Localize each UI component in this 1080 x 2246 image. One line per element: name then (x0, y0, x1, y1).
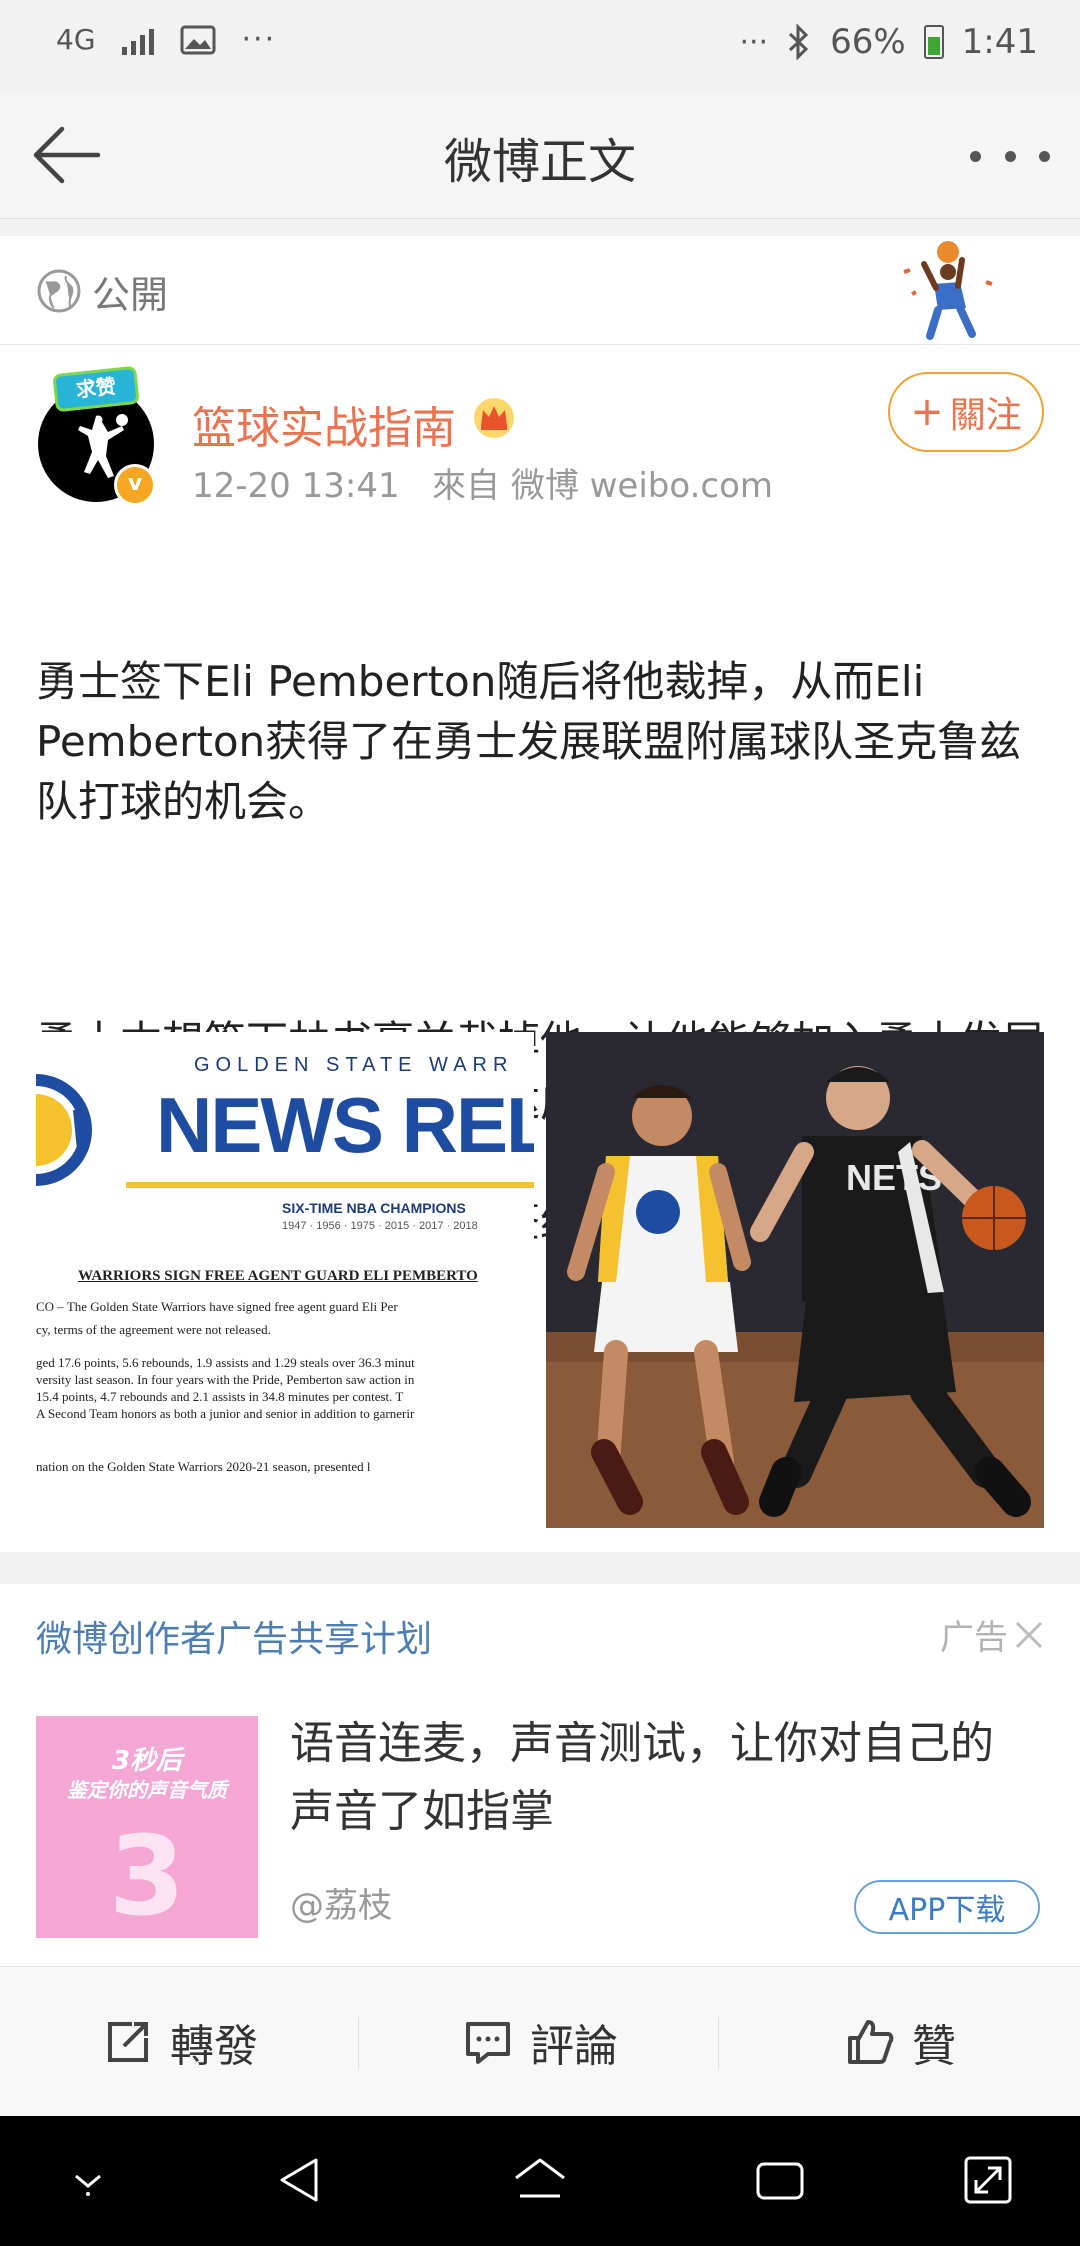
back-triangle-icon[interactable] (270, 2150, 330, 2210)
more-status-icon: ··· (739, 24, 769, 60)
news-org: GOLDEN STATE WARR (194, 1054, 514, 1076)
recent-apps-icon[interactable] (750, 2150, 810, 2210)
visibility-row: 公開 (0, 236, 1080, 345)
ad-thumb-line1: 3秒后 (111, 1746, 183, 1776)
verified-badge: v (114, 464, 156, 506)
like-button[interactable]: 贊 (720, 1967, 1080, 2117)
close-icon[interactable] (1014, 1620, 1044, 1650)
comment-label: 評論 (530, 2021, 618, 2072)
ad-thumb-number: 3 (108, 1812, 186, 1938)
network-type: 4G (56, 23, 96, 56)
comment-icon (466, 2022, 510, 2064)
battery-icon (923, 25, 944, 59)
news-years: 1947 · 1956 · 1975 · 2015 · 2017 · 2018 (282, 1220, 478, 1232)
ad-thumb-line2: 鉴定你的声音气质 (67, 1778, 227, 1802)
author-row: 求赞 v 篮球实战指南 12-20 13:41 來自 微博 weibo.com … (0, 344, 1080, 522)
comment-button[interactable]: 評論 (360, 1967, 720, 2117)
share-icon (108, 2022, 148, 2062)
crown-icon[interactable] (472, 396, 516, 440)
ad-thumbnail[interactable]: 3秒后 鉴定你的声音气质 3 (36, 1716, 258, 1938)
repost-label: 轉發 (170, 2021, 258, 2072)
ad-program-link[interactable]: 微博创作者广告共享计划 (36, 1610, 432, 1662)
post-images: GOLDEN STATE WARR NEWS RELE SIX-TIME NBA… (36, 1032, 1044, 1528)
status-bar: 4G ··· ··· 66% 1:41 (0, 0, 1080, 92)
follow-label: 關注 (949, 395, 1022, 436)
gold-rule (126, 1182, 534, 1188)
post-paragraph: 勇士签下Eli Pemberton随后将他裁掉，从而Eli Pemberton获… (36, 657, 1022, 826)
repost-button[interactable]: 轉發 (0, 1967, 360, 2117)
players-illustration: NETS (546, 1032, 1044, 1528)
basketball-photo[interactable]: NETS (546, 1032, 1044, 1528)
news-line: nation on the Golden State Warriors 2020… (36, 1459, 371, 1474)
post-card: 公開 求赞 v 篮球实战指南 12-20 13:41 來自 微博 weibo.c… (0, 236, 1080, 1552)
warriors-logo-icon (36, 1074, 92, 1186)
divider (358, 2017, 359, 2069)
image-icon (180, 25, 216, 54)
news-line: cy, terms of the agreement were not rele… (36, 1322, 271, 1337)
like-label: 贊 (912, 2021, 956, 2072)
visibility-label: 公開 (92, 273, 169, 317)
android-nav-bar (0, 2116, 1080, 2246)
thumbs-up-icon (848, 2020, 894, 2064)
ad-source: @荔枝 (290, 1886, 392, 1926)
follow-button[interactable]: + 關注 (888, 372, 1044, 452)
news-subheading: WARRIORS SIGN FREE AGENT GUARD ELI PEMBE… (78, 1268, 478, 1284)
news-line: versity last season. In four years with … (36, 1372, 415, 1387)
news-release-image[interactable]: GOLDEN STATE WARR NEWS RELE SIX-TIME NBA… (36, 1032, 534, 1528)
news-line: ged 17.6 points, 5.6 rebounds, 1.9 assis… (36, 1355, 415, 1370)
home-icon[interactable] (510, 2150, 570, 2210)
clock: 1:41 (961, 22, 1038, 62)
post-meta: 12-20 13:41 來自 微博 weibo.com (192, 466, 774, 506)
more-options-icon[interactable] (970, 136, 1050, 176)
plus-icon: + (910, 389, 944, 435)
page-title: 微博正文 (443, 134, 636, 190)
news-champions: SIX-TIME NBA CHAMPIONS (282, 1200, 466, 1216)
globe-icon (37, 269, 81, 313)
news-line: A Second Team honors as both a junior an… (36, 1406, 415, 1421)
author-name[interactable]: 篮球实战指南 (192, 392, 456, 456)
app-download-button[interactable]: APP下载 (854, 1880, 1040, 1934)
news-line: 15.4 points, 4.7 rebounds and 2.1 assist… (36, 1389, 404, 1404)
hide-keyboard-icon[interactable] (58, 2150, 118, 2210)
news-headline: NEWS RELE (156, 1081, 534, 1169)
expand-icon[interactable] (958, 2150, 1018, 2210)
bluetooth-icon (789, 24, 809, 60)
ad-label: 广告 (940, 1618, 1008, 1658)
ad-title[interactable]: 语音连麦，声音测试，让你对自己的声音了如指掌 (290, 1710, 1030, 1846)
news-body: CO – The Golden State Warriors have sign… (36, 1298, 534, 1481)
action-bar: 轉發 評論 贊 (0, 1966, 1080, 2117)
nav-bar: 微博正文 (0, 92, 1080, 219)
battery-percent: 66% (830, 22, 906, 62)
signal-icon (121, 25, 154, 55)
basketball-player-emblem-icon (903, 241, 993, 340)
more-notifications-icon: ··· (241, 22, 277, 57)
ad-card[interactable]: 微博创作者广告共享计划 广告 3秒后 鉴定你的声音气质 3 语音连麦，声音测试，… (0, 1584, 1080, 1966)
divider (718, 2017, 719, 2069)
news-line: CO – The Golden State Warriors have sign… (36, 1299, 398, 1314)
